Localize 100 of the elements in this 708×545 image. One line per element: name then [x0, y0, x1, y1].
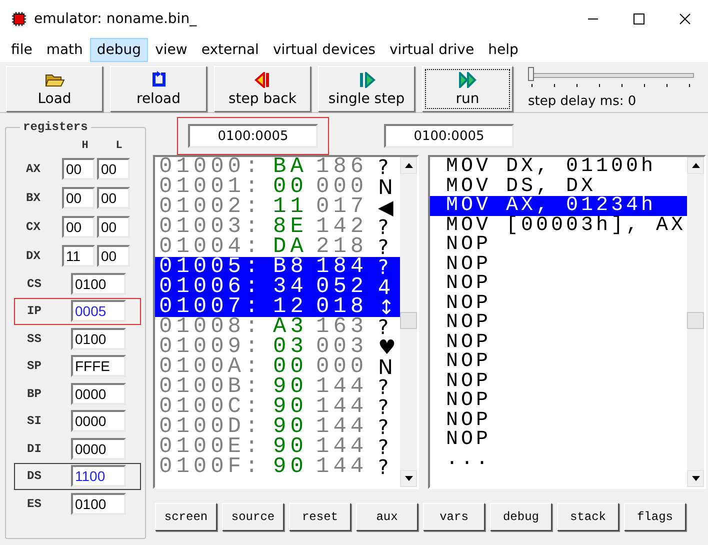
step-back-icon	[254, 72, 272, 88]
instruction-row[interactable]: MOV [00003h], AX	[430, 216, 687, 235]
panel-button[interactable]: reset	[289, 503, 351, 531]
register-field[interactable]: 0100	[71, 328, 126, 350]
memory-row[interactable]: 0100A: 00 000 N	[155, 357, 400, 377]
scrollbar-thumb[interactable]	[400, 312, 417, 329]
instruction-row[interactable]: NOP	[430, 294, 687, 313]
address-field[interactable]: 0100:0005	[384, 124, 514, 148]
instruction-row[interactable]: NOP	[430, 352, 687, 372]
register-field[interactable]: 0100	[71, 272, 126, 295]
register-label: CS	[26, 276, 42, 291]
toolbar-button[interactable]: single step	[318, 66, 415, 112]
step-delay-label: step delay ms: 0	[528, 94, 638, 109]
menu-item[interactable]: help	[481, 38, 526, 62]
register-field[interactable]: 0100	[71, 492, 126, 515]
memory-row[interactable]: 01007: 12 018 ↕	[155, 297, 400, 317]
toolbar-button[interactable]: run	[422, 66, 513, 112]
register-label: SI	[26, 414, 42, 428]
register-label: SP	[26, 359, 42, 374]
menu-item[interactable]: virtual drive	[382, 38, 482, 62]
address-field[interactable]: 0100:0005	[188, 124, 318, 148]
up-arrow-icon	[404, 163, 412, 168]
register-field[interactable]: 11	[62, 244, 95, 266]
window-title: emulator: noname.bin_	[34, 11, 198, 27]
column-header: L	[114, 140, 124, 154]
memory-row[interactable]: 01006: 34 052 4	[155, 277, 400, 297]
instruction-row[interactable]: NOP	[430, 313, 687, 332]
menu-item[interactable]: debug	[90, 38, 148, 62]
memory-row[interactable]: 01002: 11 017 ◀	[155, 197, 400, 217]
slider-thumb[interactable]	[528, 67, 534, 81]
scroll-down-button[interactable]	[687, 470, 704, 487]
menu-item[interactable]: virtual devices	[266, 38, 382, 62]
menu-item[interactable]: file	[4, 38, 40, 62]
memory-row[interactable]: 01008: A3 163 ?	[155, 317, 400, 337]
folder-icon	[44, 72, 64, 88]
register-field[interactable]: 00	[62, 216, 95, 238]
instruction-row[interactable]: NOP	[430, 372, 687, 391]
panel-button[interactable]: source	[222, 503, 284, 531]
panel-button[interactable]: screen	[155, 503, 217, 531]
register-field[interactable]: 00	[97, 244, 130, 266]
register-field[interactable]: 0000	[71, 410, 126, 432]
register-label: ES	[26, 496, 42, 511]
register-field[interactable]: 00	[97, 186, 130, 208]
memory-row[interactable]: 01001: 00 000 N	[155, 177, 400, 197]
instruction-row[interactable]: NOP	[430, 274, 687, 294]
toolbar-button[interactable]: reload	[110, 66, 207, 112]
instruction-row[interactable]: NOP	[430, 254, 687, 274]
memory-list[interactable]	[153, 155, 419, 489]
menu-item[interactable]: view	[148, 38, 194, 62]
instruction-row[interactable]: NOP	[430, 430, 687, 450]
step-icon	[358, 72, 376, 88]
down-arrow-icon	[404, 476, 412, 481]
register-field[interactable]: 00	[97, 158, 130, 180]
maximize-icon	[633, 13, 645, 25]
instruction-row[interactable]: NOP	[430, 332, 687, 352]
memory-row[interactable]: 01005: B8 184 ?	[155, 257, 400, 277]
instruction-row[interactable]: NOP	[430, 410, 687, 430]
register-field[interactable]: 1100	[71, 465, 126, 488]
panel-button[interactable]: vars	[423, 503, 485, 531]
memory-row[interactable]: 01000: BA 186 ?	[155, 157, 400, 177]
register-field[interactable]: 0000	[71, 438, 126, 460]
register-field[interactable]: 00	[97, 216, 130, 238]
panel-button[interactable]: debug	[490, 503, 552, 531]
memory-row[interactable]: 0100B: 90 144 ?	[155, 377, 400, 397]
toolbar-button[interactable]: Load	[6, 66, 103, 112]
memory-row[interactable]: 01004: DA 218 ?	[155, 237, 400, 257]
instruction-row[interactable]: ...	[430, 450, 687, 469]
memory-row[interactable]: 0100D: 90 144 ?	[155, 417, 400, 437]
memory-row[interactable]: 01009: 03 003 ♥	[155, 337, 400, 357]
memory-row[interactable]: 01003: 8E 142 ?	[155, 217, 400, 237]
register-label: IP	[26, 304, 42, 318]
register-field[interactable]: 0005	[71, 300, 126, 322]
menu-item[interactable]: math	[39, 38, 90, 62]
panel-button[interactable]: stack	[557, 503, 619, 531]
menu-item[interactable]: external	[194, 38, 266, 62]
register-field[interactable]: FFFE	[71, 355, 126, 378]
memory-row[interactable]: 0100F: 90 144 ?	[155, 457, 400, 477]
register-field[interactable]: 00	[62, 158, 95, 180]
memory-row[interactable]: 0100C: 90 144 ?	[155, 397, 400, 417]
register-field[interactable]: 0000	[71, 382, 126, 405]
reload-icon	[150, 71, 166, 88]
register-field[interactable]: 00	[62, 186, 95, 208]
toolbar-button[interactable]: step back	[214, 66, 311, 112]
scroll-down-button[interactable]	[400, 470, 417, 487]
scrollbar-thumb[interactable]	[687, 312, 704, 329]
scroll-up-button[interactable]	[400, 157, 417, 174]
panel-button[interactable]: flags	[624, 503, 686, 531]
register-label: AX	[25, 162, 42, 176]
instruction-row[interactable]: MOV AX, 01234h	[430, 196, 687, 216]
instruction-row[interactable]: NOP	[430, 391, 687, 410]
register-label: CX	[25, 220, 42, 234]
instruction-row[interactable]: MOV DS, DX	[430, 176, 687, 196]
register-label: BX	[25, 190, 42, 204]
panel-button[interactable]: aux	[356, 503, 418, 531]
run-icon	[458, 72, 478, 88]
memory-row[interactable]: 0100E: 90 144 ?	[155, 437, 400, 457]
instruction-row[interactable]: NOP	[430, 235, 687, 254]
chip-icon	[12, 12, 26, 26]
register-label: DI	[26, 442, 42, 456]
scroll-up-button[interactable]	[687, 157, 704, 174]
